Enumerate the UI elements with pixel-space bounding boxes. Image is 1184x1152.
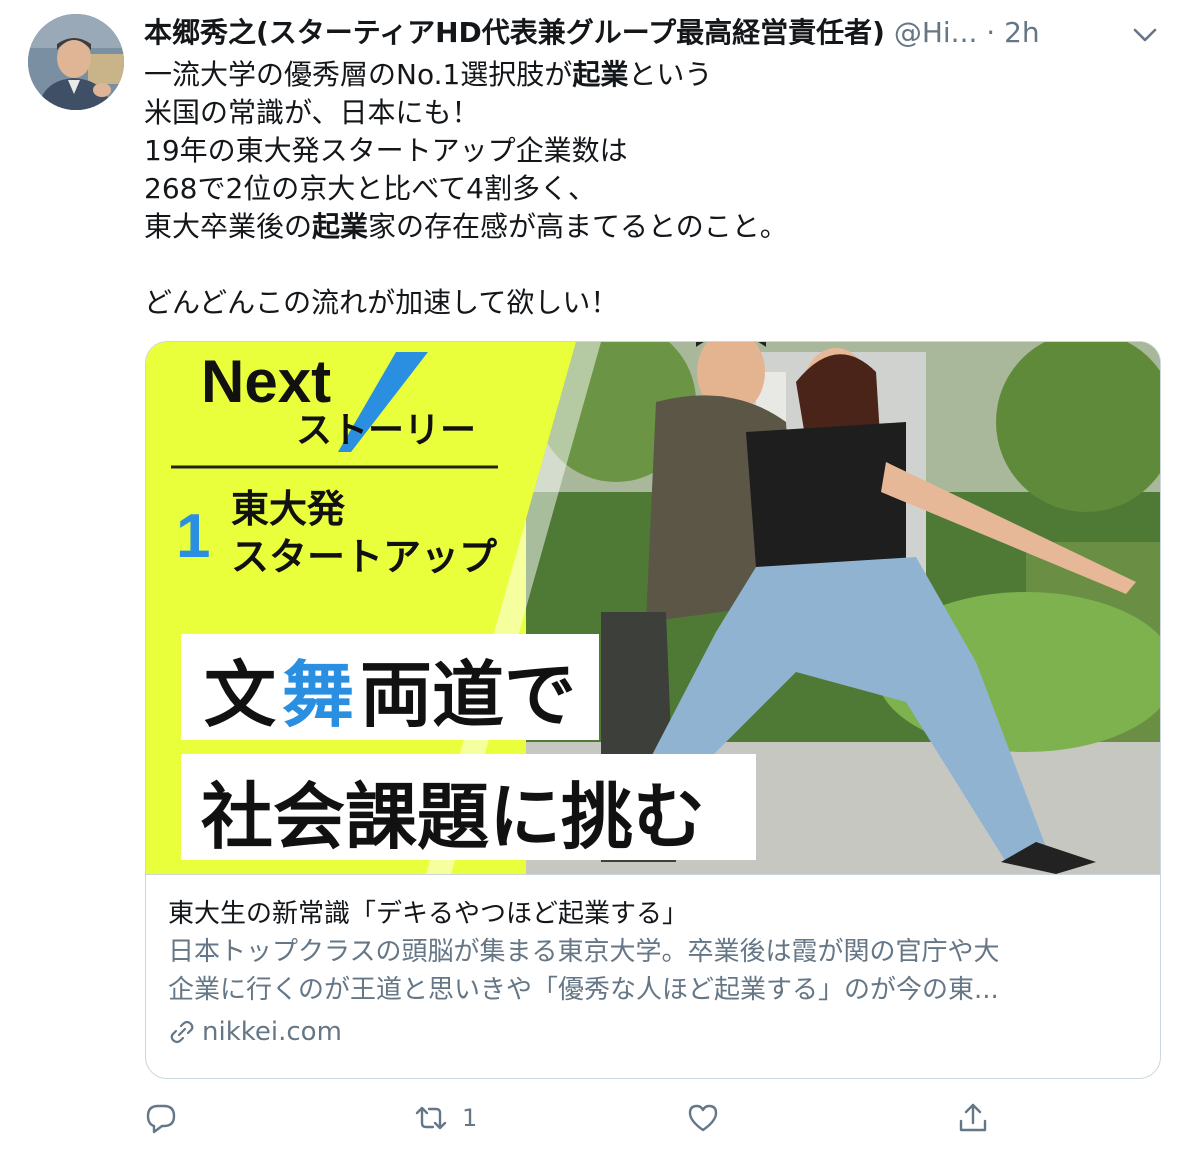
- svg-text:両道で: 両道で: [360, 653, 576, 737]
- tweet-timestamp[interactable]: 2h: [1004, 16, 1040, 49]
- card-description: 日本トップクラスの頭脳が集まる東京大学。卒業後は霞が関の官庁や大 企業に行くのが…: [168, 933, 1138, 1009]
- card-description-line-1: 日本トップクラスの頭脳が集まる東京大学。卒業後は霞が関の官庁や大: [168, 937, 1000, 967]
- link-icon: [170, 1020, 194, 1044]
- like-button[interactable]: [686, 1096, 734, 1140]
- tweet-options-chevron-icon[interactable]: [1128, 18, 1162, 52]
- tweet-line-1: 一流大学の優秀層のNo.1選択肢が起業という: [144, 58, 713, 91]
- tweet-text: 一流大学の優秀層のNo.1選択肢が起業という 米国の常識が、日本にも！ 19年の…: [144, 56, 1144, 322]
- svg-text:スタートアップ: スタートアップ: [231, 535, 497, 579]
- retweet-icon: [415, 1106, 447, 1130]
- reply-icon: [146, 1104, 176, 1134]
- tweet-line-7: どんどんこの流れが加速して欲しい！: [144, 286, 619, 319]
- tweet-line-3: 19年の東大発スタートアップ企業数は: [144, 134, 628, 167]
- svg-text:社会課題に挑む: 社会課題に挑む: [201, 775, 705, 859]
- svg-text:ストーリー: ストーリー: [296, 410, 476, 451]
- tweet-line-2: 米国の常識が、日本にも！: [144, 96, 480, 129]
- tweet-actions: 1: [144, 1096, 1144, 1140]
- svg-text:舞: 舞: [282, 653, 354, 737]
- share-button[interactable]: [956, 1096, 990, 1140]
- card-illustration: Next ストーリー 1 東大発 スタートアップ 文 舞 両道で 社会課題に挑む: [146, 342, 1160, 874]
- like-icon: [688, 1104, 718, 1132]
- card-meta[interactable]: 東大生の新常識「デキるやつほど起業する」 日本トップクラスの頭脳が集まる東京大学…: [146, 874, 1160, 1078]
- svg-text:1: 1: [176, 502, 210, 571]
- reply-button[interactable]: [144, 1096, 192, 1140]
- svg-text:東大発: 東大発: [231, 487, 346, 531]
- author-handle[interactable]: @Hi...: [894, 16, 978, 49]
- link-preview-card[interactable]: Next ストーリー 1 東大発 スタートアップ 文 舞 両道で 社会課題に挑む…: [145, 341, 1161, 1079]
- card-image[interactable]: Next ストーリー 1 東大発 スタートアップ 文 舞 両道で 社会課題に挑む: [146, 342, 1160, 874]
- svg-text:Next: Next: [201, 348, 331, 415]
- retweet-button[interactable]: 1: [414, 1096, 477, 1140]
- share-icon: [959, 1103, 987, 1132]
- time-separator: ·: [986, 16, 996, 49]
- tweet-line-5: 東大卒業後の起業家の存在感が高まてるとのこと。: [144, 210, 788, 243]
- author-name[interactable]: 本郷秀之(スターティアHD代表兼グループ最高経営責任者): [144, 16, 885, 49]
- card-description-line-2: 企業に行くのが王道と思いきや「優秀な人ほど起業する」のが今の東...: [168, 975, 999, 1005]
- retweet-count: 1: [462, 1104, 478, 1132]
- avatar-photo: [28, 14, 124, 110]
- tweet-blank-line: [144, 246, 1144, 284]
- card-title[interactable]: 東大生の新常識「デキるやつほど起業する」: [168, 895, 1138, 933]
- svg-text:文: 文: [204, 653, 276, 737]
- avatar[interactable]: [28, 14, 124, 110]
- card-domain-text[interactable]: nikkei.com: [202, 1013, 342, 1051]
- tweet-line-4: 268で2位の京大と比べて4割多く、: [144, 172, 596, 205]
- card-domain[interactable]: nikkei.com: [168, 1013, 1138, 1051]
- tweet-header: 本郷秀之(スターティアHD代表兼グループ最高経営責任者) @Hi... · 2h: [144, 14, 1164, 54]
